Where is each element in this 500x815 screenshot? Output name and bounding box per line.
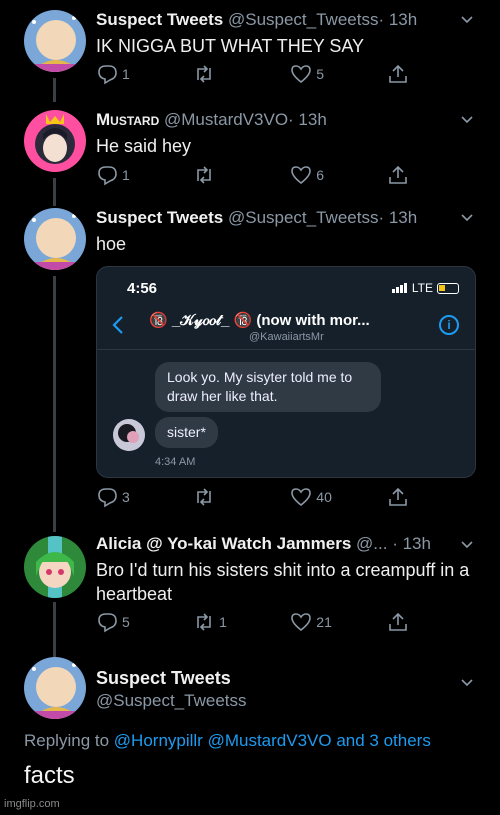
share-icon	[389, 64, 408, 83]
tweet-text: facts	[24, 762, 75, 789]
share-icon	[389, 487, 408, 506]
retweet-icon	[197, 65, 211, 83]
display-name[interactable]: Suspect Tweets	[96, 668, 231, 688]
avatar	[113, 419, 145, 451]
reply-button[interactable]: 1	[96, 164, 193, 186]
timestamp[interactable]: · 13h	[378, 208, 417, 227]
reply-button[interactable]: 3	[96, 486, 193, 508]
tweet[interactable]: Mustard @MustardV3VO· 13h He said hey 1 …	[0, 100, 500, 195]
tweet-text: He said hey	[96, 136, 192, 156]
retweet-button[interactable]	[193, 164, 290, 186]
like-button[interactable]: 6	[290, 164, 387, 186]
like-button[interactable]: 21	[290, 611, 387, 633]
avatar[interactable]	[24, 10, 86, 72]
watermark: imgflip.com	[4, 798, 60, 810]
display-name[interactable]: Suspect Tweets	[96, 10, 223, 29]
message-bubble: sister*	[155, 417, 218, 448]
reply-count: 1	[122, 167, 130, 183]
tweet[interactable]: Alicia @ Yo-kai Watch Jammers @... · 13h…	[0, 528, 500, 648]
battery-icon	[437, 282, 459, 294]
retweet-button[interactable]: 1	[193, 611, 290, 633]
retweet-button[interactable]	[193, 63, 290, 85]
status-bar: LTE	[391, 281, 459, 295]
reply-count: 5	[122, 614, 130, 630]
reply-count: 3	[122, 489, 130, 505]
replying-prefix: Replying to	[24, 731, 110, 750]
like-count: 5	[316, 66, 325, 82]
timestamp[interactable]: · 13h	[392, 534, 431, 553]
chevron-down-icon[interactable]	[460, 210, 474, 224]
reply-button[interactable]: 5	[96, 611, 193, 633]
like-count: 21	[316, 614, 332, 630]
handle[interactable]: @Suspect_Tweetss	[228, 208, 379, 227]
message-time: 4:34 AM	[155, 456, 196, 468]
handle[interactable]: @...	[356, 534, 387, 553]
retweet-button[interactable]	[193, 486, 290, 508]
retweet-icon	[197, 166, 211, 184]
display-name[interactable]: Alicia @ Yo-kai Watch Jammers	[96, 534, 351, 553]
reply-count: 1	[122, 66, 130, 82]
avatar[interactable]	[24, 208, 86, 270]
reply-icon	[98, 613, 117, 633]
like-button[interactable]: 5	[290, 63, 387, 85]
avatar[interactable]	[24, 536, 86, 598]
reply-icon	[98, 166, 117, 186]
heart-icon	[291, 166, 312, 185]
info-icon: i	[439, 315, 459, 335]
like-count: 6	[316, 167, 325, 183]
share-button[interactable]	[387, 164, 416, 186]
back-arrow-icon	[112, 316, 123, 334]
chevron-down-icon[interactable]	[460, 537, 474, 551]
signal-icon	[391, 283, 408, 293]
network-label: LTE	[411, 281, 433, 295]
reply-icon	[98, 488, 117, 508]
chat-title: 🔞 _𝒦𝓎𝑜𝑜𝓉_ 🔞 (now with mor...	[149, 312, 370, 329]
chat-handle: @KawaiiartsMr	[249, 331, 324, 343]
handle[interactable]: @MustardV3VO	[164, 110, 288, 129]
retweet-icon	[197, 488, 211, 506]
tweet-text: Bro I'd turn his sisters shit into a cre…	[96, 560, 470, 604]
heart-icon	[291, 613, 312, 632]
heart-icon	[291, 488, 312, 507]
avatar[interactable]	[24, 110, 86, 172]
reply-button[interactable]: 1	[96, 63, 193, 85]
chevron-down-icon[interactable]	[460, 112, 474, 126]
display-name[interactable]: Suspect Tweets	[96, 208, 223, 227]
timestamp[interactable]: · 13h	[288, 110, 327, 129]
tweet-text: IK NIGGA BUT WHAT THEY SAY	[96, 36, 365, 56]
tweet-text: hoe	[96, 234, 127, 254]
tweet[interactable]: Suspect Tweets @Suspect_Tweetss· 13h IK …	[0, 0, 500, 95]
handle[interactable]: @Suspect_Tweetss	[228, 10, 379, 29]
divider	[97, 349, 475, 350]
reply-icon	[98, 65, 117, 85]
share-button[interactable]	[387, 611, 416, 633]
share-button[interactable]	[387, 486, 416, 508]
avatar[interactable]	[24, 657, 86, 719]
display-name[interactable]: Mustard	[96, 110, 159, 129]
like-count: 40	[316, 489, 332, 505]
handle[interactable]: @Suspect_Tweetss	[96, 691, 247, 710]
heart-icon	[291, 65, 312, 84]
timestamp[interactable]: · 13h	[378, 10, 417, 29]
share-icon	[389, 165, 408, 184]
embedded-screenshot[interactable]: 4:56 LTE 🔞 _𝒦𝓎𝑜𝑜𝓉_ 🔞 (now with mor... @K…	[96, 266, 476, 478]
retweet-count: 1	[219, 614, 227, 630]
share-icon	[389, 612, 408, 631]
replying-to: Replying to @Hornypillr @MustardV3VO and…	[24, 731, 431, 751]
share-button[interactable]	[387, 63, 416, 85]
message-bubble: Look yo. My sisyter told me to draw her …	[155, 362, 381, 412]
retweet-icon	[197, 613, 211, 631]
chevron-down-icon[interactable]	[460, 12, 474, 26]
like-button[interactable]: 40	[290, 486, 387, 508]
status-time: 4:56	[127, 280, 158, 297]
chevron-down-icon[interactable]	[460, 675, 474, 689]
replying-to-links[interactable]: @Hornypillr @MustardV3VO and 3 others	[114, 731, 431, 750]
